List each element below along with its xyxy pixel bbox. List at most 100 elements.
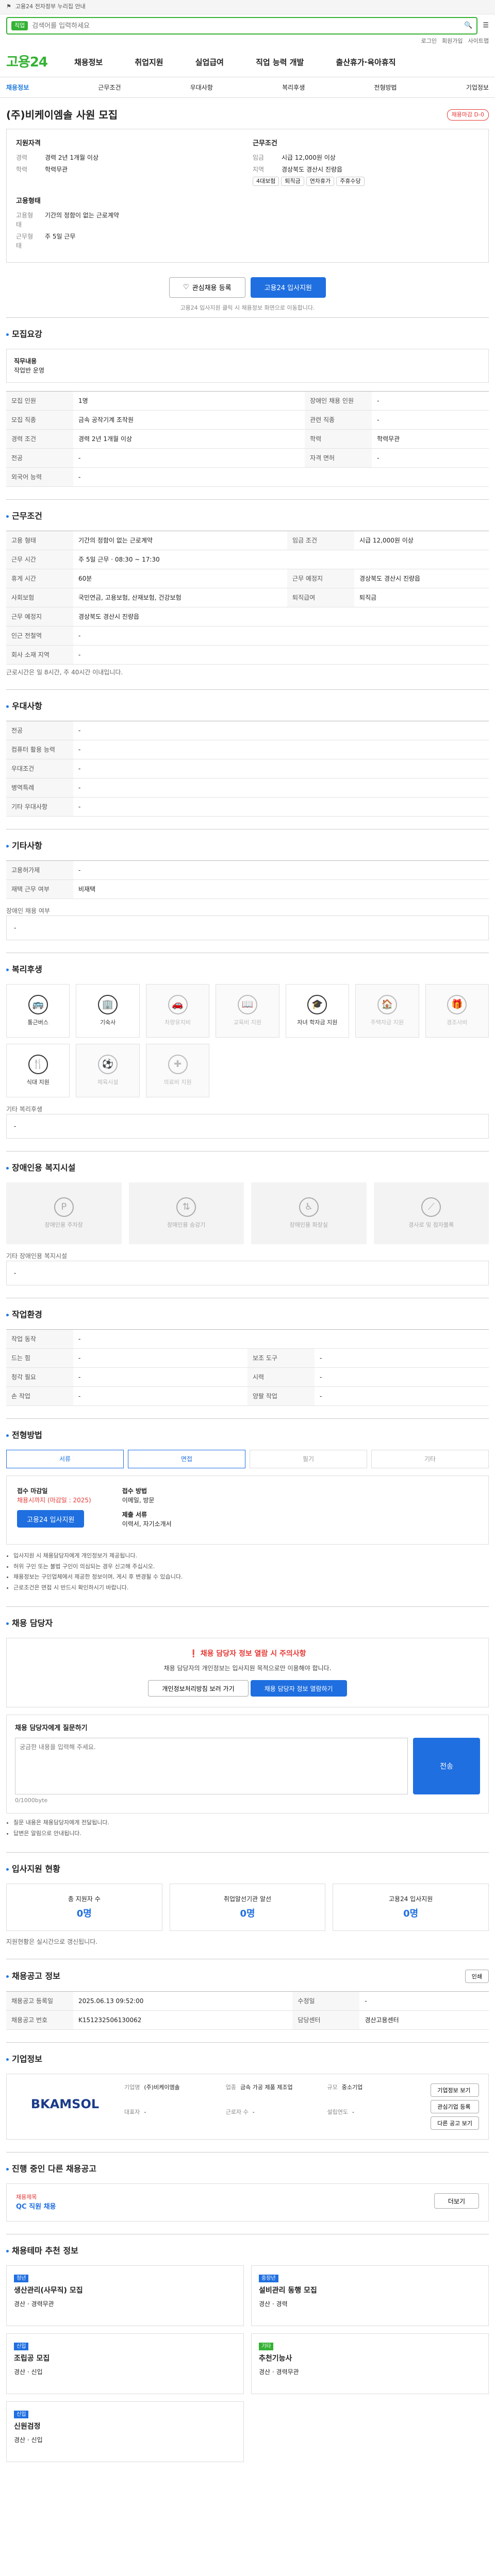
stats-section: 입사지원 현황 총 지원자 수 0명 취업알선기관 알선 0명 고용24 입사지원 0… [6, 1852, 489, 1959]
tab-company[interactable]: 기업정보 [466, 83, 489, 92]
info-key: 설립연도 [327, 2109, 348, 2115]
reco-card[interactable]: 중장년 설비관리 동행 모집 경산 · 경력 [251, 2265, 489, 2326]
row-key: 채용공고 등록일 [6, 1991, 73, 2011]
company-info-button[interactable]: 기업정보 보기 [431, 2083, 479, 2097]
info-value: - [352, 2109, 354, 2115]
section-title: 입사지원 현황 [12, 1864, 60, 1874]
list-item: 채용정보는 구인업체에서 제공한 정보이며, 게시 후 변경될 수 있습니다. [13, 1573, 489, 1582]
company-buttons: 기업정보 보기 관심기업 등록 다른 공고 보기 [431, 2083, 479, 2130]
info-value: - [144, 2109, 146, 2115]
welfare-label: 기숙사 [100, 1019, 116, 1026]
row-key: 채용공고 번호 [6, 2010, 73, 2030]
stat-card: 고용24 입사지원 0명 [333, 1884, 489, 1931]
row-value: - [73, 1329, 489, 1349]
apply-note: 고용24 입사지원 클릭 시 채용정보 화면으로 이동합니다. [180, 304, 315, 311]
top-notice-bar: ⚑ 고용24 전자정부 누리집 안내 [0, 0, 495, 14]
info-key: 규모 [327, 2084, 338, 2091]
kv-value: 기간의 정함이 없는 근로계약 [45, 211, 119, 219]
tab-recruit[interactable]: 채용정보 [6, 83, 29, 92]
row-key: 컴퓨터 활용 능력 [6, 740, 73, 759]
stat-card: 총 지원자 수 0명 [6, 1884, 162, 1931]
stat-label: 고용24 입사지원 [388, 1895, 433, 1903]
gnb-item[interactable]: 실업급여 [195, 58, 224, 67]
scrap-button[interactable]: ♡ 관심채용 등록 [169, 277, 245, 298]
row-key: 사회보험 [6, 588, 73, 607]
sitemap-link[interactable]: 사이트맵 [468, 37, 489, 48]
reco-card[interactable]: 신입 조립공 모집 경산 · 신입 [6, 2333, 244, 2394]
reco-tag: 기타 [259, 2343, 274, 2350]
table-row: 채용공고 번호 K151232506130062 담당센터 경산고용센터 [6, 2010, 489, 2030]
kv-key: 근무형태 [16, 232, 34, 249]
kv-key: 지역 [253, 165, 265, 173]
reco-meta: 경산 · 경력 [259, 2300, 288, 2308]
row-key: 고용 형태 [6, 531, 73, 550]
table-row: 청각 필요 - 시력 - [6, 1367, 489, 1387]
row-value: 경산고용센터 [359, 2010, 489, 2030]
ramp-icon: ⟋ [421, 1197, 441, 1217]
gnb-item[interactable]: 취업지원 [135, 58, 163, 67]
inquiry-send-button[interactable]: 전송 [413, 1737, 480, 1794]
gnb-item[interactable]: 출산휴가·육아휴직 [336, 58, 395, 67]
company-other-button[interactable]: 다른 공고 보기 [431, 2116, 479, 2130]
tab-prefer[interactable]: 우대사항 [190, 83, 213, 92]
login-link[interactable]: 로그인 [421, 37, 437, 48]
reco-tag: 청년 [14, 2275, 29, 2282]
site-logo[interactable]: 고용24 [6, 53, 48, 73]
access-label: 장애인용 승강기 [167, 1221, 206, 1228]
reco-tag: 중장년 [259, 2275, 278, 2282]
gnb-item[interactable]: 직업 능력 개발 [256, 58, 304, 67]
row-key: 고용허가제 [6, 860, 73, 880]
info-value: 금속 가공 제품 제조업 [240, 2084, 293, 2091]
job-title: (주)비케이엠솔 사원 모집 [6, 109, 118, 121]
gift-icon: 🎁 [447, 994, 467, 1014]
search-icon[interactable]: 🔍 [464, 21, 472, 31]
section-tabs: 채용정보 근무조건 우대사항 복리후생 전형방법 기업정보 [0, 77, 495, 98]
row-value: 60분 [73, 569, 288, 588]
method-apply-button[interactable]: 고용24 입사지원 [17, 1510, 85, 1528]
job-summary: 지원자격 경력 경력 2년 1개월 이상 학력 학력무관 근무조건 임금 시급 12,… [6, 129, 489, 263]
tab-work[interactable]: 근무조건 [98, 83, 121, 92]
reco-card[interactable]: 청년 생산관리(사무직) 모집 경산 · 경력무관 [6, 2265, 244, 2326]
table-row: 전공 - [6, 721, 489, 740]
access-grid: P 장애인용 주차장 ⇅ 장애인용 승강기 ♿ 장애인용 화장실 ⟋ 경사로 및 점자블… [6, 1182, 489, 1244]
inquiry-textarea[interactable] [15, 1737, 408, 1794]
row-key: 모집 인원 [6, 391, 73, 411]
search-category-tag[interactable]: 직업 [11, 21, 28, 31]
company-section: 기업정보 BKAMSOL 기업명 (주)비케이엠솔 업종 금속 가공 제품 제조업 … [6, 2042, 489, 2152]
apply-value: 채용시까지 (마감일 : 2025) [17, 1497, 91, 1504]
reco-title: 조립공 모집 [14, 2354, 50, 2363]
tab-method[interactable]: 전형방법 [374, 83, 397, 92]
bullet-icon [6, 1622, 9, 1625]
row-key: 장애인 채용 인원 [305, 391, 372, 411]
other-posting-link[interactable]: QC 직원 채용 [16, 2202, 56, 2212]
warn-box: ❗ 채용 담당자 정보 열람 시 주의사항 채용 담당자의 개인정보는 입사지원… [6, 1638, 489, 1707]
print-button[interactable]: 인쇄 [465, 1970, 489, 1983]
kv-value: 경상북도 경산시 진량읍 [282, 165, 343, 173]
row-value: - [73, 1386, 248, 1406]
menu-icon[interactable]: ☰ [483, 21, 489, 31]
more-button[interactable]: 더보기 [434, 2193, 479, 2209]
row-value: - [73, 467, 489, 487]
table-row: 고용 형태 기간의 정함이 없는 근로계약 임금 조건 시급 12,000원 이상 [6, 531, 489, 550]
search-input[interactable] [32, 22, 465, 30]
apply-button[interactable]: 고용24 입사지원 [250, 277, 326, 298]
access-card: ⟋ 경사로 및 점자블록 [373, 1182, 489, 1244]
inquiry-box: 채용 담당자에게 질문하기 전송 0/1000byte [6, 1715, 489, 1814]
house-icon: 🏠 [377, 994, 397, 1014]
tab-welfare[interactable]: 복리후생 [282, 83, 305, 92]
stat-label: 취업알선기관 알선 [223, 1895, 272, 1903]
privacy-button[interactable]: 개인정보처리방침 보러 가기 [148, 1680, 249, 1697]
reco-title: 생산관리(사무직) 모집 [14, 2286, 83, 2295]
search-box[interactable]: 직업 🔍 [6, 17, 478, 35]
logo-part-a: 고용 [6, 55, 30, 70]
join-link[interactable]: 회원가입 [442, 37, 463, 48]
company-fav-button[interactable]: 관심기업 등록 [431, 2100, 479, 2113]
recruit-section: 모집요강 직무내용 작업반 운영 모집 인원 1명 장애인 채용 인원 - 모집 직종… [6, 317, 489, 499]
welfare-card: 🚌 통근버스 [6, 984, 70, 1038]
reco-card[interactable]: 신입 신원검정 경산 · 신입 [6, 2401, 244, 2462]
welfare-label: 교육비 지원 [233, 1019, 262, 1026]
reco-card[interactable]: 기타 추천기능사 경산 · 경력무관 [251, 2333, 489, 2394]
view-contact-button[interactable]: 채용 담당자 정보 열람하기 [250, 1680, 347, 1697]
gnb-item[interactable]: 채용정보 [74, 58, 103, 67]
restroom-icon: ♿ [299, 1197, 319, 1217]
